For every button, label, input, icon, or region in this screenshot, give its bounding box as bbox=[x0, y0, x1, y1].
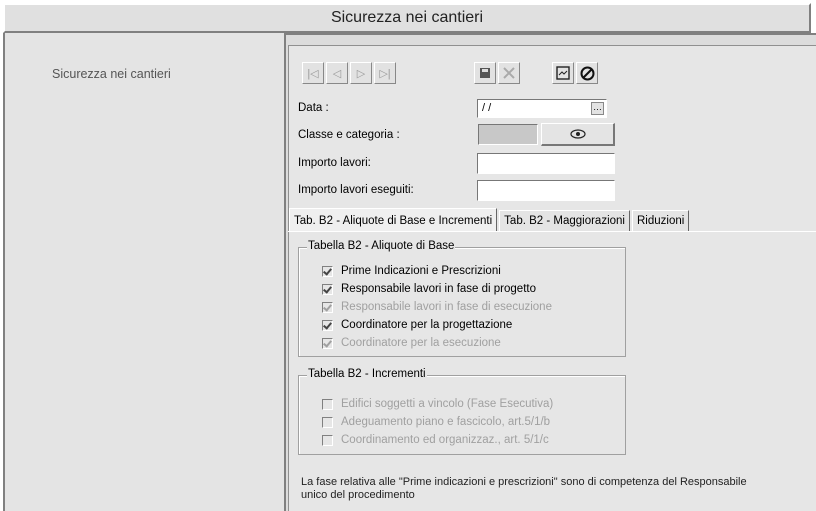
checkbox-label: Coordinamento ed organizzaz., art. 5/1/c bbox=[341, 434, 549, 446]
checkbox-coordinamento[interactable]: Coordinamento ed organizzaz., art. 5/1/c bbox=[322, 434, 549, 446]
print-preview-icon bbox=[556, 66, 570, 80]
importo-lavori-field[interactable] bbox=[477, 153, 615, 174]
checkbox-box[interactable] bbox=[322, 319, 333, 331]
sidebar-item-sicurezza[interactable]: Sicurezza nei cantieri bbox=[52, 67, 171, 81]
save-icon bbox=[480, 68, 490, 78]
save-button[interactable] bbox=[474, 62, 496, 84]
first-record-button[interactable]: |◁ bbox=[302, 62, 324, 84]
print-preview-button[interactable] bbox=[552, 62, 574, 84]
info-note-line1: La fase relativa alle "Prime indicazioni… bbox=[301, 476, 747, 488]
classe-field bbox=[478, 124, 538, 145]
group-aliquote-base-title: Tabella B2 - Aliquote di Base bbox=[307, 240, 456, 252]
checkbox-responsabile-progetto[interactable]: Responsabile lavori in fase di progetto bbox=[322, 283, 536, 295]
date-picker-button[interactable]: … bbox=[591, 102, 604, 115]
tab-maggiorazioni[interactable]: Tab. B2 - Maggiorazioni bbox=[499, 210, 630, 231]
importo-eseguiti-label: Importo lavori eseguiti: bbox=[298, 184, 414, 196]
prev-record-button[interactable]: ◁ bbox=[326, 62, 348, 84]
tab-strip: Tab. B2 - Aliquote di Base e Incrementi … bbox=[289, 208, 691, 232]
checkbox-label: Adeguamento piano e fascicolo, art.5/1/b bbox=[341, 416, 551, 428]
delete-icon bbox=[503, 67, 515, 79]
checkbox-box[interactable] bbox=[322, 283, 333, 295]
group-incrementi-title: Tabella B2 - Incrementi bbox=[307, 368, 427, 380]
cancel-button[interactable] bbox=[576, 62, 598, 84]
window-title: Sicurezza nei cantieri bbox=[3, 3, 811, 33]
delete-button[interactable] bbox=[498, 62, 520, 84]
view-classe-button[interactable] bbox=[541, 123, 615, 146]
tab-aliquote[interactable]: Tab. B2 - Aliquote di Base e Incrementi bbox=[289, 208, 498, 231]
checkbox-coordinatore-progettazione[interactable]: Coordinatore per la progettazione bbox=[322, 319, 512, 331]
sidebar: Sicurezza nei cantieri bbox=[3, 33, 284, 511]
importo-eseguiti-field[interactable] bbox=[477, 180, 615, 201]
data-field-value: / / bbox=[482, 102, 492, 114]
checkbox-label: Edifici soggetti a vincolo (Fase Esecuti… bbox=[341, 398, 554, 410]
last-record-button[interactable]: ▷| bbox=[374, 62, 396, 84]
checkbox-responsabile-esecuzione[interactable]: Responsabile lavori in fase di esecuzion… bbox=[322, 301, 552, 313]
next-record-button[interactable]: ▷ bbox=[350, 62, 372, 84]
checkbox-coordinatore-esecuzione[interactable]: Coordinatore per la esecuzione bbox=[322, 337, 501, 349]
checkbox-prime-indicazioni[interactable]: Prime Indicazioni e Prescrizioni bbox=[322, 265, 501, 277]
classe-label: Classe e categoria : bbox=[298, 129, 400, 141]
checkbox-label: Responsabile lavori in fase di esecuzion… bbox=[341, 301, 552, 313]
checkbox-adeguamento-piano[interactable]: Adeguamento piano e fascicolo, art.5/1/b bbox=[322, 416, 550, 428]
checkbox-label: Coordinatore per la progettazione bbox=[341, 319, 513, 331]
checkbox-edifici-vincolo[interactable]: Edifici soggetti a vincolo (Fase Esecuti… bbox=[322, 398, 553, 410]
checkbox-box[interactable] bbox=[322, 434, 333, 446]
eye-icon bbox=[569, 129, 586, 139]
checkbox-box[interactable] bbox=[322, 398, 333, 410]
info-note: La fase relativa alle "Prime indicazioni… bbox=[301, 476, 801, 502]
data-label: Data : bbox=[298, 102, 329, 114]
checkbox-label: Responsabile lavori in fase di progetto bbox=[341, 283, 536, 295]
checkbox-box[interactable] bbox=[322, 301, 333, 313]
checkbox-label: Prime Indicazioni e Prescrizioni bbox=[341, 265, 501, 277]
checkbox-box[interactable] bbox=[322, 265, 333, 277]
importo-lavori-label: Importo lavori: bbox=[298, 157, 371, 169]
checkbox-box[interactable] bbox=[322, 416, 333, 428]
cancel-icon bbox=[580, 66, 594, 80]
info-note-line2: unico del procedimento bbox=[301, 489, 415, 501]
checkbox-box[interactable] bbox=[322, 337, 333, 349]
data-field[interactable]: / / … bbox=[477, 99, 607, 118]
tab-riduzioni[interactable]: Riduzioni bbox=[631, 210, 690, 231]
checkbox-label: Coordinatore per la esecuzione bbox=[341, 337, 501, 349]
